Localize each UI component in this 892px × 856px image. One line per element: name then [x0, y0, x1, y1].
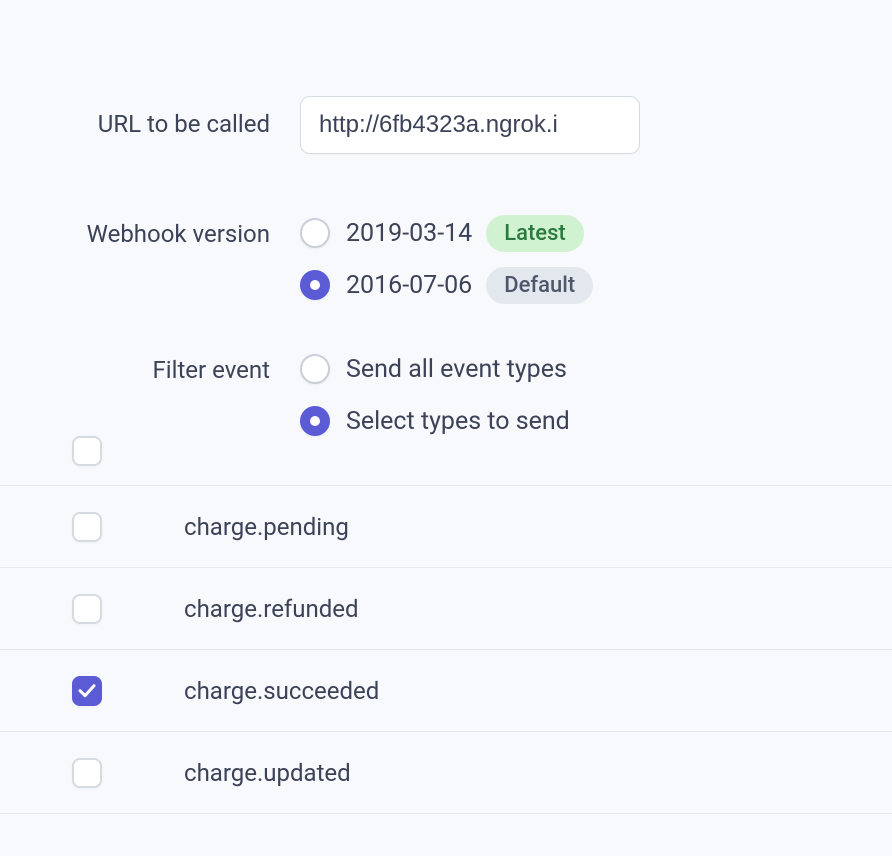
- radio-icon: [300, 270, 330, 300]
- event-label: charge.refunded: [184, 595, 359, 623]
- url-label: URL to be called: [0, 108, 286, 142]
- event-list: charge.pending charge.refunded charge.su…: [0, 450, 892, 814]
- latest-badge: Latest: [486, 215, 584, 252]
- radio-icon: [300, 406, 330, 436]
- event-label: charge.pending: [184, 513, 349, 541]
- event-item[interactable]: charge.updated: [0, 732, 892, 814]
- version-row: Webhook version 2019-03-14 Latest 2016-0…: [0, 212, 892, 306]
- event-item[interactable]: charge.succeeded: [0, 650, 892, 732]
- event-label: charge.updated: [184, 759, 351, 787]
- checkbox-icon[interactable]: [72, 594, 102, 624]
- event-item[interactable]: charge.pending: [0, 486, 892, 568]
- filter-option-value: Send all event types: [346, 355, 567, 384]
- filter-option-value: Select types to send: [346, 407, 570, 436]
- checkbox-icon[interactable]: [72, 676, 102, 706]
- check-icon: [78, 683, 96, 697]
- filter-option-all[interactable]: Send all event types: [300, 348, 892, 390]
- url-input[interactable]: [300, 96, 640, 154]
- checkbox-icon[interactable]: [72, 758, 102, 788]
- version-option-value: 2019-03-14: [346, 219, 472, 248]
- version-option-default[interactable]: 2016-07-06 Default: [300, 264, 892, 306]
- radio-icon: [300, 354, 330, 384]
- filter-option-select[interactable]: Select types to send: [300, 400, 892, 442]
- event-item[interactable]: [0, 450, 892, 486]
- filter-row: Filter event Send all event types Select…: [0, 348, 892, 442]
- event-item[interactable]: charge.refunded: [0, 568, 892, 650]
- radio-icon: [300, 218, 330, 248]
- version-label: Webhook version: [0, 212, 286, 252]
- event-label: charge.succeeded: [184, 677, 379, 705]
- checkbox-icon[interactable]: [72, 436, 102, 466]
- version-option-value: 2016-07-06: [346, 271, 472, 300]
- filter-label: Filter event: [0, 348, 286, 388]
- url-row: URL to be called: [0, 96, 892, 154]
- default-badge: Default: [486, 267, 593, 304]
- version-option-latest[interactable]: 2019-03-14 Latest: [300, 212, 892, 254]
- checkbox-icon[interactable]: [72, 512, 102, 542]
